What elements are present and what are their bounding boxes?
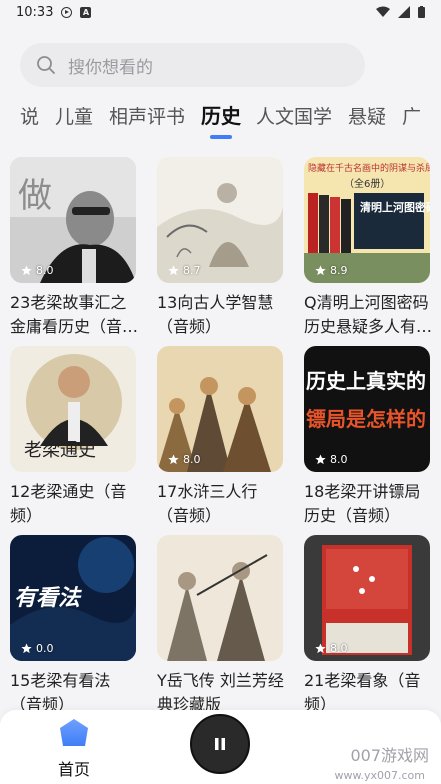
cover-image: 8.0 [304, 535, 430, 661]
status-bar: 10:33 A [0, 0, 441, 24]
cover-sub-text: （全6册） [344, 177, 390, 190]
cover-image: 历史上真实的 镖局是怎样的 8.0 [304, 346, 430, 472]
status-time: 10:33 [16, 4, 54, 20]
item-title[interactable]: 13向古人学智慧（音频） [157, 291, 287, 339]
nav-home[interactable]: 首页 [52, 718, 96, 780]
list-item[interactable]: 老梁通史 12老梁通史（音频） [10, 346, 136, 528]
tab-children[interactable]: 儿童 [55, 102, 93, 129]
status-left: 10:33 A [16, 4, 92, 20]
battery-icon [418, 6, 425, 18]
signal-icon [398, 6, 410, 18]
item-title[interactable]: 18老梁开讲镖局历史（音频） [304, 480, 434, 528]
cover-image: 8.7 [157, 157, 283, 283]
tab-crosstalk[interactable]: 相声评书 [109, 102, 185, 129]
svg-text:做: 做 [18, 176, 52, 216]
search-input[interactable]: 搜你想看的 [68, 53, 153, 78]
tab-more[interactable]: 广 [402, 102, 421, 129]
rating-value: 8.0 [36, 264, 54, 277]
rating: 8.0 [168, 453, 201, 466]
rating: 8.9 [315, 264, 348, 277]
star-icon [21, 265, 32, 276]
cover-title-text: 老梁通史 [24, 440, 96, 461]
rating: 8.7 [168, 264, 201, 277]
category-tabs: 说 儿童 相声评书 历史 人文国学 悬疑 广 [0, 98, 441, 138]
list-item[interactable]: 有看法 0.0 15老梁有看法（音频） [10, 535, 136, 717]
star-icon [168, 454, 179, 465]
tab-suspense[interactable]: 悬疑 [348, 102, 386, 129]
notification-a-icon: A [80, 6, 92, 18]
rating: 8.0 [21, 264, 54, 277]
search-icon [37, 56, 55, 74]
status-right [376, 6, 425, 18]
list-item[interactable]: Y岳飞传 刘兰芳经典珍藏版 [157, 535, 284, 717]
rating-value: 8.9 [330, 264, 348, 277]
rating: 8.0 [315, 642, 348, 655]
watermark-url: www.yx007.com [334, 769, 425, 782]
list-item[interactable]: 8.0 21老梁看象（音频） [304, 535, 430, 717]
list-item[interactable]: 8.0 17水浒三人行（音频） [157, 346, 283, 528]
wifi-icon [376, 6, 390, 17]
tab-indicator [210, 135, 232, 139]
cover-image: 隐藏在千古名画中的阴谋与杀局 （全6册） 清明上河图密码 8.9 [304, 157, 430, 283]
list-item[interactable]: 做 8.0 23老梁故事汇之金庸看历史（音… [10, 157, 138, 339]
list-item[interactable]: 8.7 13向古人学智慧（音频） [157, 157, 283, 339]
rating-value: 8.7 [183, 264, 201, 277]
item-title[interactable]: 12老梁通史（音频） [10, 480, 140, 528]
watermark: 007游戏网 [350, 746, 429, 765]
rating: 0.0 [21, 642, 54, 655]
star-icon [315, 643, 326, 654]
rating: 8.0 [315, 453, 348, 466]
list-item[interactable]: 隐藏在千古名画中的阴谋与杀局 （全6册） 清明上河图密码 8.9 Q清明上河图密… [304, 157, 432, 339]
cover-sub-text: 镖局是怎样的 [306, 407, 426, 431]
rating-value: 0.0 [36, 642, 54, 655]
pause-icon[interactable] [212, 736, 228, 752]
cover-image: 老梁通史 [10, 346, 136, 472]
media-play-icon [61, 6, 73, 18]
star-icon [21, 643, 32, 654]
rating-value: 8.0 [183, 453, 201, 466]
item-title[interactable]: 17水浒三人行（音频） [157, 480, 287, 528]
nav-home-label: 首页 [57, 760, 90, 779]
item-title[interactable]: 23老梁故事汇之金庸看历史（音… [10, 291, 140, 339]
cover-title-text: 有看法 [14, 586, 82, 611]
cover-image: 有看法 0.0 [10, 535, 136, 661]
item-title[interactable]: Q清明上河图密码历史悬疑多人有… [304, 291, 434, 339]
cover-title-text: 清明上河图密码 [360, 200, 430, 214]
cover-title-text: 历史上真实的 [306, 369, 426, 393]
tab-shuo[interactable]: 说 [20, 102, 39, 129]
cover-image: 8.0 [157, 346, 283, 472]
list-item[interactable]: 历史上真实的 镖局是怎样的 8.0 18老梁开讲镖局历史（音频） [304, 346, 430, 528]
cover-top-text: 隐藏在千古名画中的阴谋与杀局 [308, 162, 430, 174]
home-icon [60, 719, 88, 746]
star-icon [315, 454, 326, 465]
cover-image: 做 8.0 [10, 157, 136, 283]
mini-player[interactable] [190, 714, 250, 774]
tab-humanities[interactable]: 人文国学 [256, 102, 332, 129]
rating-value: 8.0 [330, 642, 348, 655]
rating-value: 8.0 [330, 453, 348, 466]
star-icon [315, 265, 326, 276]
tab-history[interactable]: 历史 [201, 100, 241, 129]
search-bar[interactable]: 搜你想看的 [20, 43, 365, 87]
cover-image [157, 535, 283, 661]
star-icon [168, 265, 179, 276]
